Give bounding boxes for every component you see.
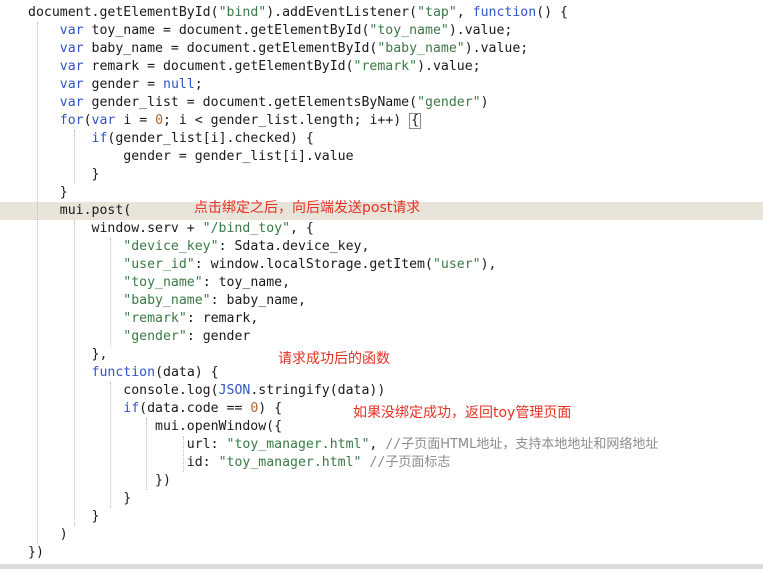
code-line[interactable]: "gender": gender (0, 328, 763, 346)
indent-guide (146, 418, 148, 490)
code-text: }) (28, 545, 44, 560)
code-text: ) (28, 527, 68, 542)
code-line[interactable]: "remark": remark, (0, 310, 763, 328)
code-text: var toy_name = document.getElementById("… (59, 23, 513, 38)
code-line[interactable]: url: "toy_manager.html", //子页面HTML地址，支持本… (0, 436, 763, 454)
code-line[interactable]: console.log(JSON.stringify(data)) (0, 382, 763, 400)
indent-guide (73, 220, 75, 526)
code-text: }) (28, 473, 171, 488)
code-line[interactable]: } (0, 166, 763, 184)
horizontal-scrollbar[interactable] (0, 564, 763, 569)
indent-guide (109, 382, 111, 508)
code-line[interactable]: var toy_name = document.getElementById("… (0, 22, 763, 40)
code-line[interactable]: }) (0, 472, 763, 490)
code-line[interactable]: "toy_name": toy_name, (0, 274, 763, 292)
code-text: document.getElementById("bind").addEvent… (28, 5, 568, 20)
code-text: for(var i = 0; i < gender_list.length; i… (59, 113, 422, 129)
code-line[interactable]: if(gender_list[i].checked) { (0, 130, 763, 148)
code-line[interactable]: }) (0, 544, 763, 562)
code-text: "user_id": window.localStorage.getItem("… (123, 257, 497, 272)
code-text: console.log(JSON.stringify(data)) (28, 383, 386, 398)
annotation-callback: 请求成功后的函数 (278, 351, 390, 367)
code-line[interactable]: } (0, 508, 763, 526)
code-text: if(data.code == 0) { (123, 401, 283, 416)
code-text: "remark": remark, (123, 311, 259, 326)
indent-guide (73, 130, 75, 184)
code-text: var gender_list = document.getElementsBy… (59, 95, 489, 110)
code-line[interactable]: "baby_name": baby_name, (0, 292, 763, 310)
code-text: } (28, 167, 100, 182)
code-line[interactable]: var remark = document.getElementById("re… (0, 58, 763, 76)
code-text: id: "toy_manager.html" //子页面标志 (28, 455, 451, 470)
code-text: window.serv + "/bind_toy", { (28, 221, 314, 236)
code-text: if(gender_list[i].checked) { (91, 131, 314, 146)
annotation-redirect: 如果没绑定成功，返回toy管理页面 (353, 405, 572, 421)
code-line[interactable]: document.getElementById("bind").addEvent… (0, 4, 763, 22)
code-line[interactable]: var baby_name = document.getElementById(… (0, 40, 763, 58)
code-line[interactable]: for(var i = 0; i < gender_list.length; i… (0, 112, 763, 130)
matching-brace: { (409, 113, 422, 129)
code-text: gender = gender_list[i].value (28, 149, 354, 164)
code-text: mui.post( (28, 203, 132, 218)
code-editor[interactable]: document.getElementById("bind").addEvent… (0, 0, 763, 569)
code-text: } (28, 509, 100, 524)
code-text: var baby_name = document.getElementById(… (59, 41, 529, 56)
code-text: } (28, 491, 132, 506)
code-text: var gender = null; (59, 77, 203, 92)
code-text: "gender": gender (123, 329, 251, 344)
code-text: function(data) { (91, 365, 219, 380)
code-line[interactable]: var gender = null; (0, 76, 763, 94)
code-line[interactable]: window.serv + "/bind_toy", { (0, 220, 763, 238)
code-text: "toy_name": toy_name, (123, 275, 291, 290)
indent-guide (109, 238, 111, 346)
code-text: } (28, 185, 68, 200)
code-line[interactable]: id: "toy_manager.html" //子页面标志 (0, 454, 763, 472)
code-line[interactable]: var gender_list = document.getElementsBy… (0, 94, 763, 112)
indent-guide (37, 22, 39, 544)
code-line[interactable]: "device_key": Sdata.device_key, (0, 238, 763, 256)
code-text: mui.openWindow({ (28, 419, 283, 434)
annotation-post-request: 点击绑定之后，向后端发送post请求 (194, 200, 421, 216)
code-line[interactable]: "user_id": window.localStorage.getItem("… (0, 256, 763, 274)
code-text: "baby_name": baby_name, (123, 293, 306, 308)
code-text: var remark = document.getElementById("re… (59, 59, 481, 74)
code-line[interactable]: gender = gender_list[i].value (0, 148, 763, 166)
code-line[interactable]: ) (0, 526, 763, 544)
indent-guide (182, 436, 184, 472)
code-line[interactable]: } (0, 490, 763, 508)
code-text: url: "toy_manager.html", //子页面HTML地址，支持本… (28, 437, 659, 452)
code-text: "device_key": Sdata.device_key, (123, 239, 370, 254)
code-text: }, (28, 347, 108, 362)
